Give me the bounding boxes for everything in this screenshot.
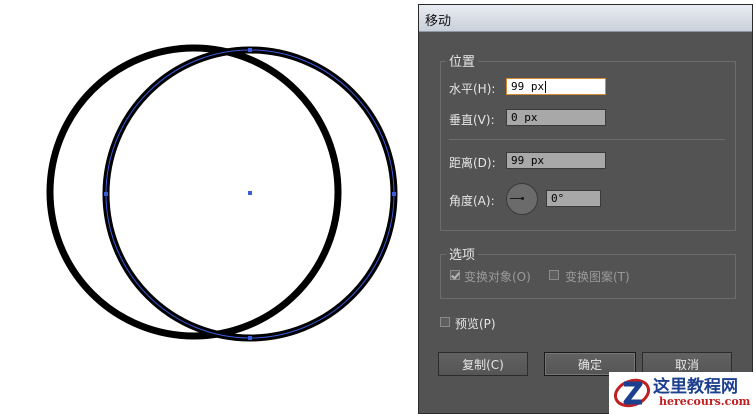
watermark-logo-icon bbox=[614, 378, 650, 408]
angle-label: 角度(A): bbox=[449, 194, 495, 208]
anchor-point-bottom[interactable] bbox=[248, 336, 252, 340]
horizontal-input[interactable]: 99 px bbox=[506, 78, 606, 95]
horizontal-label: 水平(H): bbox=[449, 82, 496, 96]
vertical-input[interactable]: 0 px bbox=[506, 109, 606, 126]
angle-input[interactable]: 0° bbox=[546, 190, 601, 207]
transform-patterns-checkbox[interactable] bbox=[549, 270, 559, 280]
artboard-canvas[interactable] bbox=[0, 0, 418, 414]
site-watermark: 这里教程网 herecours.com bbox=[609, 372, 755, 414]
transform-patterns-label: 变换图案(T) bbox=[565, 270, 630, 284]
text-caret bbox=[545, 81, 547, 93]
position-divider bbox=[449, 139, 725, 140]
preview-checkbox[interactable] bbox=[440, 317, 450, 327]
options-group-title: 选项 bbox=[446, 244, 479, 263]
position-group-title: 位置 bbox=[446, 51, 479, 70]
move-dialog: 移动 位置 水平(H): 99 px 垂直(V): 0 px 距离(D): 99… bbox=[418, 4, 753, 414]
anchor-point-top[interactable] bbox=[248, 48, 252, 52]
anchor-point-left[interactable] bbox=[104, 192, 108, 196]
original-circle[interactable] bbox=[46, 44, 342, 340]
artwork bbox=[46, 44, 398, 342]
transform-objects-checkbox[interactable] bbox=[450, 270, 460, 280]
dialog-title: 移动 bbox=[425, 14, 452, 29]
angle-dial-hub bbox=[521, 197, 524, 200]
preview-label: 预览(P) bbox=[455, 317, 496, 331]
vertical-label: 垂直(V): bbox=[449, 113, 495, 127]
distance-label: 距离(D): bbox=[449, 156, 496, 170]
watermark-url: herecours.com bbox=[659, 395, 751, 408]
watermark-text: 这里教程网 bbox=[653, 377, 738, 397]
anchor-point-right[interactable] bbox=[392, 192, 396, 196]
transform-objects-label: 变换对象(O) bbox=[464, 270, 531, 284]
center-point[interactable] bbox=[248, 191, 252, 195]
distance-input[interactable]: 99 px bbox=[506, 152, 606, 169]
horizontal-value: 99 px bbox=[511, 80, 545, 93]
dialog-titlebar[interactable]: 移动 bbox=[419, 5, 752, 32]
copy-button[interactable]: 复制(C) bbox=[438, 352, 528, 376]
angle-dial[interactable] bbox=[506, 183, 538, 215]
